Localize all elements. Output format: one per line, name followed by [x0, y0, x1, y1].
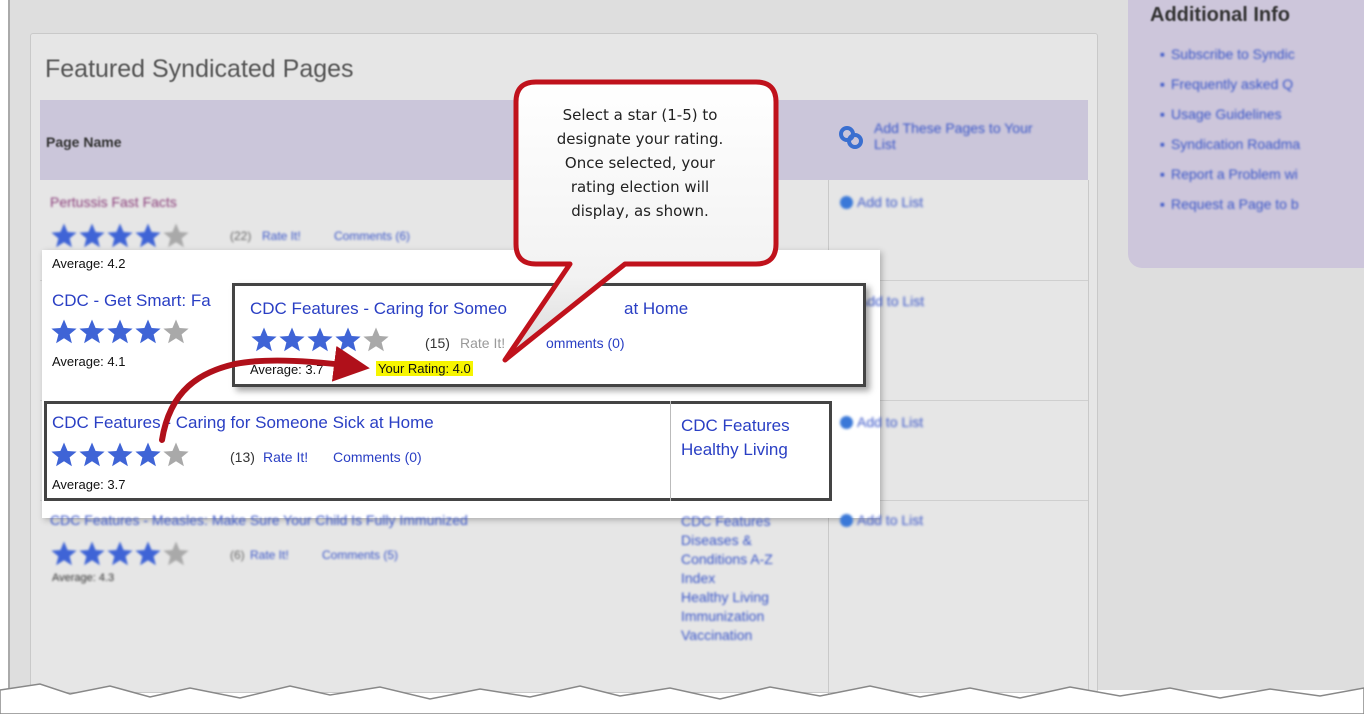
star-rating[interactable]: [50, 318, 190, 346]
add-circle-icon: [840, 196, 853, 209]
star-icon[interactable]: [50, 441, 78, 469]
star-icon[interactable]: [78, 318, 106, 346]
add-to-list-link[interactable]: Add to List: [840, 414, 923, 430]
star-icon[interactable]: [134, 222, 162, 250]
star-icon[interactable]: [78, 441, 106, 469]
row-title-link[interactable]: CDC Features - Caring for Someone Sick a…: [52, 413, 434, 433]
star-rating[interactable]: [50, 540, 190, 568]
star-icon[interactable]: [106, 540, 134, 568]
add-to-list-link[interactable]: Add to List: [858, 293, 924, 309]
callout-line: Select a star (1-5) to: [562, 106, 718, 124]
row-title-link[interactable]: Pertussis Fast Facts: [50, 194, 177, 210]
sidebar-link-request-page[interactable]: Request a Page to b: [1160, 196, 1300, 226]
category-link[interactable]: Healthy Living: [681, 438, 790, 462]
star-icon[interactable]: [106, 441, 134, 469]
average-rating: Average: 3.7: [52, 477, 126, 492]
popup-title-link[interactable]: CDC Features - Caring for Someo: [250, 299, 507, 319]
star-rating[interactable]: [50, 222, 190, 250]
star-icon[interactable]: [334, 326, 362, 354]
average-rating: Average: 3.7: [250, 362, 324, 377]
your-rating-badge: Your Rating: 4.0: [376, 361, 473, 376]
additional-info-title: Additional Info: [1150, 4, 1290, 26]
callout-line: Once selected, your: [564, 154, 716, 172]
comments-link[interactable]: Comments (6): [334, 229, 410, 243]
featured-panel-title: Featured Syndicated Pages: [45, 55, 354, 83]
star-icon[interactable]: [362, 326, 390, 354]
star-icon[interactable]: [162, 441, 190, 469]
category-link[interactable]: Healthy Living: [681, 588, 773, 607]
comments-link[interactable]: Comments (0): [333, 449, 422, 465]
star-icon[interactable]: [106, 318, 134, 346]
category-link[interactable]: CDC Features: [681, 414, 790, 438]
rate-it-link[interactable]: Rate It!: [263, 449, 308, 465]
star-icon[interactable]: [50, 222, 78, 250]
star-icon[interactable]: [78, 540, 106, 568]
star-icon[interactable]: [134, 540, 162, 568]
comments-link[interactable]: omments (0): [546, 335, 625, 351]
star-icon[interactable]: [162, 222, 190, 250]
star-icon[interactable]: [278, 326, 306, 354]
star-rating[interactable]: [250, 326, 390, 354]
category-links: CDC Features Healthy Living: [681, 414, 790, 462]
category-link[interactable]: Index: [681, 569, 773, 588]
rating-count: (22): [230, 229, 252, 243]
average-rating: Average: 4.2: [52, 256, 126, 271]
star-icon[interactable]: [250, 326, 278, 354]
rate-it-link[interactable]: Rate It!: [262, 229, 301, 243]
row-title-link[interactable]: CDC Features - Measles: Make Sure Your C…: [50, 512, 468, 528]
add-to-list-link[interactable]: Add to List: [840, 512, 923, 528]
add-to-list-link[interactable]: Add to List: [840, 194, 923, 210]
sidebar-link-usage-guidelines[interactable]: Usage Guidelines: [1160, 106, 1300, 136]
star-rating[interactable]: [50, 441, 190, 469]
popup-title-link-end[interactable]: at Home: [624, 299, 688, 319]
add-circle-icon: [840, 514, 853, 527]
category-link[interactable]: Conditions A-Z: [681, 550, 773, 569]
callout-line: display, as shown.: [571, 202, 709, 220]
sidebar-link-faq[interactable]: Frequently asked Q: [1160, 76, 1300, 106]
category-links: CDC Features Diseases & Conditions A-Z I…: [681, 512, 773, 645]
rate-it-link[interactable]: Rate It!: [250, 548, 289, 562]
sidebar-link-syndication-roadmap[interactable]: Syndication Roadma: [1160, 136, 1300, 166]
rate-it-link[interactable]: Rate It!: [460, 335, 505, 351]
add-circle-icon: [840, 416, 853, 429]
comments-link[interactable]: Comments (5): [322, 548, 398, 562]
column-header-page-name: Page Name: [46, 134, 122, 150]
column-divider: [670, 401, 671, 501]
category-link[interactable]: Immunization: [681, 607, 773, 626]
star-icon[interactable]: [50, 318, 78, 346]
star-icon[interactable]: [106, 222, 134, 250]
star-icon[interactable]: [134, 318, 162, 346]
star-icon[interactable]: [306, 326, 334, 354]
rating-count: (15): [425, 335, 450, 351]
rating-count: (6): [230, 548, 245, 562]
callout-line: rating election will: [570, 178, 710, 196]
column-divider: [1088, 180, 1089, 700]
average-rating: Average: 4.3: [52, 572, 115, 584]
average-rating: Average: 4.1: [52, 354, 126, 369]
category-link[interactable]: Diseases &: [681, 531, 773, 550]
star-icon[interactable]: [50, 540, 78, 568]
star-icon[interactable]: [162, 540, 190, 568]
category-link[interactable]: CDC Features: [681, 512, 773, 531]
add-these-pages-link[interactable]: Add These Pages to Your List: [874, 120, 1044, 152]
sidebar-link-report-problem[interactable]: Report a Problem wi: [1160, 166, 1300, 196]
star-icon[interactable]: [78, 222, 106, 250]
rating-count: (13): [230, 449, 255, 465]
link-chain-icon: [839, 126, 863, 149]
star-icon[interactable]: [162, 318, 190, 346]
additional-info-list: Subscribe to Syndic Frequently asked Q U…: [1160, 46, 1300, 226]
sidebar-link-subscribe[interactable]: Subscribe to Syndic: [1160, 46, 1300, 76]
star-icon[interactable]: [134, 441, 162, 469]
category-link[interactable]: Vaccination: [681, 626, 773, 645]
row-title-link[interactable]: CDC - Get Smart: Fa: [52, 291, 211, 311]
callout-text: Select a star (1-5) to designate your ra…: [524, 103, 756, 223]
callout-line: designate your rating.: [556, 130, 724, 148]
